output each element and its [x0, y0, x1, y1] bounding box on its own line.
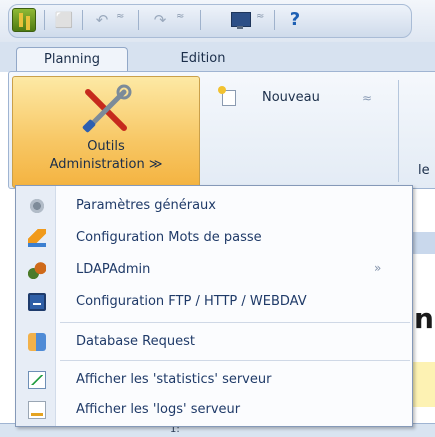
- tools-icon: [82, 84, 132, 133]
- menu-item-label: Afficher les 'logs' serveur: [76, 402, 241, 417]
- chevron-down-icon[interactable]: ≈: [256, 11, 264, 22]
- menu-item-configuration-ftp[interactable]: Configuration FTP / HTTP / WEBDAV: [16, 288, 412, 316]
- menu-item-label: Afficher les 'statistics' serveur: [76, 372, 272, 387]
- ftp-icon: [28, 293, 46, 311]
- menu-item-afficher-logs[interactable]: Afficher les 'logs' serveur: [16, 396, 412, 424]
- nouveau-button[interactable]: Nouveau: [262, 90, 320, 105]
- toolbar-divider: [82, 10, 83, 30]
- ribbon-tabs: Planning Edition: [0, 42, 435, 73]
- redo-icon[interactable]: ↷: [150, 10, 170, 30]
- menu-separator: [60, 322, 410, 323]
- disabled-button-icon[interactable]: ⬜: [54, 10, 74, 30]
- toolbar-divider: [200, 10, 201, 30]
- database-icon: [28, 333, 46, 351]
- ribbon-partial-label: le: [418, 163, 430, 178]
- menu-item-label: Configuration FTP / HTTP / WEBDAV: [76, 294, 307, 309]
- tab-edition[interactable]: Edition: [156, 47, 250, 73]
- menu-item-database-request[interactable]: Database Request: [16, 328, 412, 356]
- menu-item-ldapadmin[interactable]: LDAPAdmin »: [16, 256, 412, 284]
- menu-item-parametres-generaux[interactable]: Paramètres généraux: [16, 192, 412, 220]
- background-heading-fragment: n: [414, 302, 434, 335]
- menu-separator: [60, 360, 410, 361]
- ribbon-divider: [398, 80, 399, 182]
- outils-label: Outils: [87, 139, 125, 154]
- undo-icon[interactable]: ↶: [92, 10, 112, 30]
- background-highlight: [410, 362, 435, 407]
- ldap-icon: [28, 261, 46, 279]
- administration-label: Administration ≫: [49, 157, 163, 172]
- gear-icon: [28, 197, 46, 215]
- menu-item-label: Configuration Mots de passe: [76, 230, 262, 245]
- help-icon[interactable]: ?: [285, 10, 305, 30]
- menu-item-label: LDAPAdmin: [76, 262, 151, 277]
- chevron-down-icon[interactable]: ≈: [116, 11, 124, 22]
- flask-icon: [28, 229, 46, 247]
- chevron-down-icon[interactable]: ≈: [176, 11, 184, 22]
- submenu-arrow-icon: »: [374, 261, 382, 275]
- toolbar-divider: [274, 10, 275, 30]
- monitor-icon[interactable]: [230, 10, 251, 30]
- toolbar-divider: [138, 10, 139, 30]
- administration-dropdown-menu: Paramètres généraux Configuration Mots d…: [15, 185, 413, 427]
- logs-icon: [28, 401, 46, 419]
- statistics-icon: [28, 371, 46, 389]
- toolbar-divider: [44, 10, 45, 30]
- menu-item-label: Paramètres généraux: [76, 198, 216, 213]
- new-document-icon: [218, 86, 236, 106]
- app-icon[interactable]: [12, 8, 36, 32]
- tab-planning[interactable]: Planning: [16, 47, 128, 73]
- quick-access-toolbar: ⬜ ↶ ≈ ↷ ≈ ≈ ?: [0, 0, 435, 42]
- menu-item-label: Database Request: [76, 334, 195, 349]
- menu-item-afficher-statistics[interactable]: Afficher les 'statistics' serveur: [16, 366, 412, 394]
- chevron-down-icon[interactable]: ≈: [362, 91, 372, 105]
- menu-item-configuration-mots-de-passe[interactable]: Configuration Mots de passe: [16, 224, 412, 252]
